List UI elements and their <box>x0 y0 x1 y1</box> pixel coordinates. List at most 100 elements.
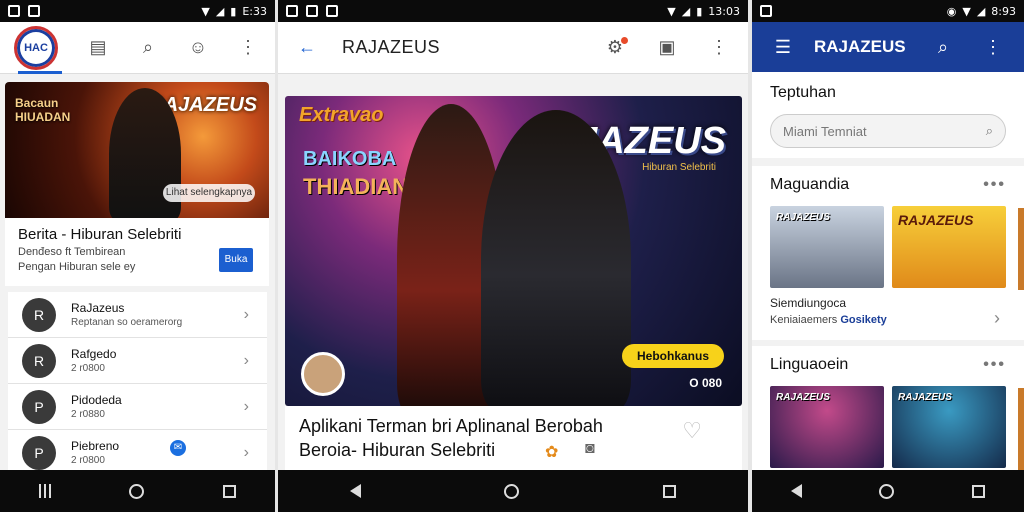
avatar: P <box>22 435 56 470</box>
messenger-icon[interactable]: ✉ <box>170 440 186 456</box>
search-section: Teptuhan Miami Temniat ⌕ <box>752 72 1024 158</box>
next-thumb-peek[interactable] <box>1018 388 1024 470</box>
nav-back-icon[interactable] <box>790 484 802 498</box>
notification-icon <box>28 5 40 17</box>
wifi-icon: ▼ <box>962 4 971 18</box>
list-item[interactable]: R RaJazeus Reptanan so oeramerorg › <box>8 292 267 338</box>
nav-overview-icon[interactable] <box>663 484 677 498</box>
signal-icon: ◢ <box>215 4 225 18</box>
more-vert-icon[interactable]: ⋮ <box>235 35 261 61</box>
hero-banner[interactable]: Bacaun HIUADAN RAJAZEUS Lihat selengkapn… <box>5 82 269 218</box>
thumb-label: RAJAZEUS <box>776 212 830 223</box>
notification-icon <box>8 5 20 17</box>
caption-card: Aplikani Terman bri Aplinanal Berobah Be… <box>285 406 742 472</box>
clock-text: E:33 <box>242 4 267 18</box>
article-title: Berita - Hiburan Selebriti <box>18 226 182 243</box>
app-header: ← RAJAZEUS ⚙ ▣ ⋮ <box>278 22 748 74</box>
app-logo[interactable]: HAC <box>14 25 58 70</box>
bookmark-icon[interactable]: ▣ <box>654 35 680 61</box>
nav-overview-icon[interactable] <box>972 484 986 498</box>
thumb-label: RAJAZEUS <box>776 392 830 403</box>
hero-line-blue: BAIKOBA <box>303 148 397 170</box>
status-right: ◉ ▼ ◢ 8:93 <box>947 5 1016 18</box>
news-icon[interactable]: ▤ <box>85 35 111 61</box>
channel-avatar[interactable] <box>301 352 345 396</box>
like-icon[interactable]: ♡ <box>682 418 702 444</box>
search-icon[interactable]: ⌕ <box>930 34 956 60</box>
section-meta-title: Siemdiungoca <box>770 296 847 310</box>
feature-image[interactable]: Extravao BAIKOBA THIADIAN RAJAZEUS Hibur… <box>285 96 742 406</box>
nav-home-icon[interactable] <box>129 483 145 499</box>
chevron-right-icon: › <box>243 351 249 369</box>
system-nav-bar <box>0 470 275 512</box>
header-actions: ⚙ ▣ ⋮ <box>602 35 732 61</box>
back-arrow-icon[interactable]: ← <box>294 35 320 61</box>
signal-icon: ◢ <box>976 4 986 18</box>
singer-right-image <box>481 110 631 406</box>
nav-overview-icon[interactable] <box>222 484 236 498</box>
section-featured: Maguandia ••• RAJAZEUS RAJAZEUS Siemdiun… <box>752 166 1024 340</box>
thumb-row: RAJAZEUS RAJAZEUS <box>770 386 1006 468</box>
open-button[interactable]: Buka <box>219 248 253 272</box>
alarm-icon: ◉ <box>946 4 957 18</box>
share-icon[interactable]: ✿ <box>545 442 558 462</box>
article-card[interactable]: Berita - Hiburan Selebriti Denđeso ft Te… <box>5 218 269 286</box>
hamburger-menu-icon[interactable]: ☰ <box>770 34 796 60</box>
notification-bell-icon[interactable]: ⚙ <box>602 35 628 61</box>
view-count: O 080 <box>689 376 722 390</box>
notification-icon <box>760 5 772 17</box>
chevron-right-icon: › <box>243 397 249 415</box>
video-thumbnail[interactable]: RAJAZEUS <box>770 386 884 468</box>
clock-text: 13:03 <box>708 4 740 18</box>
video-thumbnail[interactable]: RAJAZEUS <box>892 206 1006 288</box>
more-vert-icon[interactable]: ⋮ <box>706 35 732 61</box>
phone-screen-browse: ◉ ▼ ◢ 8:93 ☰ RAJAZEUS ⌕ ⋮ Teptuhan Miami… <box>752 0 1024 512</box>
search-icon[interactable]: ⌕ <box>135 35 161 61</box>
status-bar: ◉ ▼ ◢ 8:93 <box>752 0 1024 22</box>
meta-link[interactable]: Gosikety <box>840 314 886 326</box>
chevron-right-icon: › <box>243 443 249 461</box>
wifi-icon: ▼ <box>201 4 210 18</box>
app-header: ☰ RAJAZEUS ⌕ ⋮ <box>752 22 1024 72</box>
status-right: ▼ ◢ ▮ 13:03 <box>667 5 740 18</box>
nav-back-icon[interactable] <box>349 484 361 498</box>
status-bar: ▼ ◢ ▮ 13:03 <box>278 0 748 22</box>
search-heading: Teptuhan <box>770 84 836 101</box>
list-item[interactable]: P Pidodeda 2 r0880 › <box>8 384 267 430</box>
hero-left-text: Bacaun HIUADAN <box>15 96 70 124</box>
phone-screen-detail: ▼ ◢ ▮ 13:03 ← RAJAZEUS ⚙ ▣ ⋮ Extravao BA… <box>278 0 748 512</box>
video-thumbnail[interactable]: RAJAZEUS <box>892 386 1006 468</box>
video-thumbnail[interactable]: RAJAZEUS <box>770 206 884 288</box>
system-nav-bar <box>752 470 1024 512</box>
header-actions: ⌕ ⋮ <box>930 34 1006 60</box>
status-right: ▼ ◢ ▮ E:33 <box>201 5 267 18</box>
nav-home-icon[interactable] <box>504 483 520 499</box>
list-item[interactable]: R Rafgedo 2 r0800 › <box>8 338 267 384</box>
avatar: R <box>22 343 56 378</box>
search-input[interactable]: Miami Temniat ⌕ <box>770 114 1006 148</box>
trending-badge[interactable]: Hebohkanus <box>622 344 724 368</box>
hero-left-line1: Bacaun <box>15 96 59 110</box>
chevron-right-icon[interactable]: › <box>994 308 1000 329</box>
next-thumb-peek[interactable] <box>1018 208 1024 290</box>
notification-icon <box>326 5 338 17</box>
profile-icon[interactable]: ☺ <box>185 35 211 61</box>
section-latest: Linguaoein ••• RAJAZEUS RAJAZEUS <box>752 346 1024 476</box>
thumb-label: RAJAZEUS <box>898 392 952 403</box>
list-item-sub: 2 r0880 <box>71 409 105 420</box>
nav-home-icon[interactable] <box>879 483 895 499</box>
list-item-sub: 2 r0800 <box>71 455 105 466</box>
more-vert-icon[interactable]: ⋮ <box>980 34 1006 60</box>
comment-icon[interactable]: ◙ <box>585 440 595 458</box>
hero-brand-sub: Hiburan Selebriti <box>642 162 716 173</box>
system-nav-bar <box>278 470 748 512</box>
nav-recents-icon[interactable] <box>39 484 52 498</box>
search-icon[interactable]: ⌕ <box>986 123 993 139</box>
hero-pill-button[interactable]: Lihat selengkapnya <box>163 184 255 202</box>
more-horiz-icon[interactable]: ••• <box>983 176 1006 194</box>
more-horiz-icon[interactable]: ••• <box>983 356 1006 374</box>
thumb-label: RAJAZEUS <box>898 212 974 228</box>
phone-screen-home: ▼ ◢ ▮ E:33 HAC ▤ ⌕ ☺ ⋮ Bacaun HIUADAN RA… <box>0 0 275 512</box>
list-item-name: Piebreno <box>71 439 120 453</box>
artist-list: R RaJazeus Reptanan so oeramerorg › R Ra… <box>8 292 267 476</box>
